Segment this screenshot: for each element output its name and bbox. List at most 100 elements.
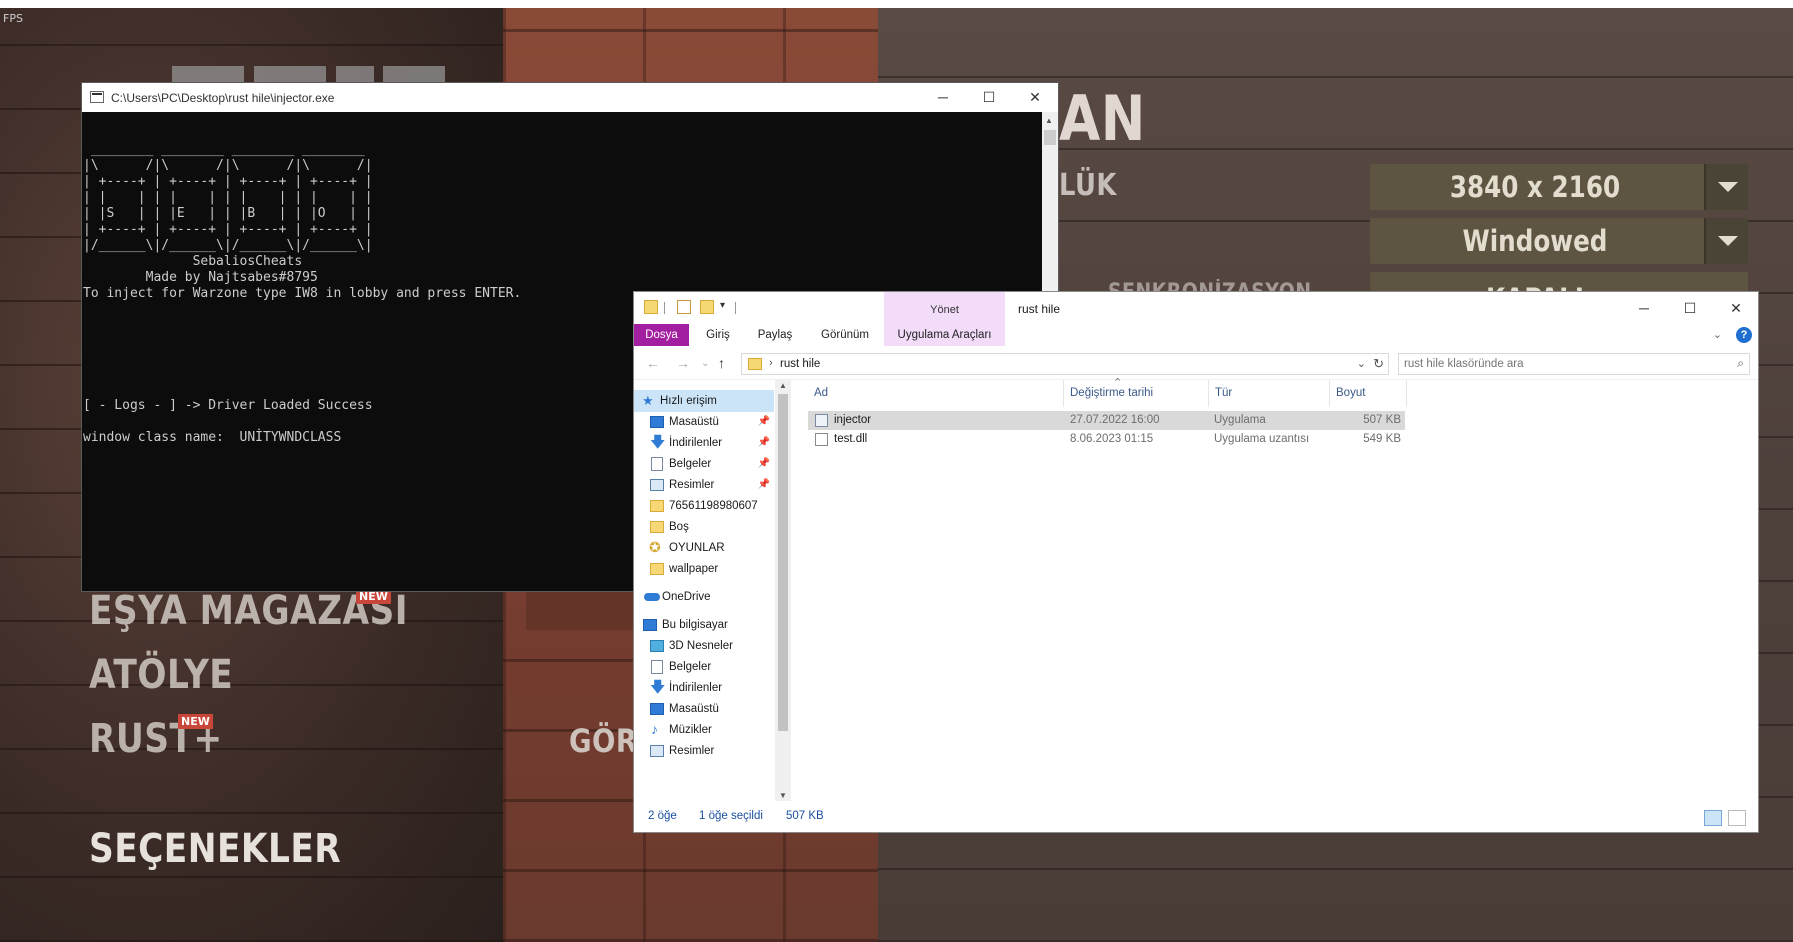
address-bar[interactable]: › rust hile ⌄ ↻ <box>741 353 1389 375</box>
pin-icon: 📌 <box>757 416 770 427</box>
console-line: To inject for Warzone type IW8 in lobby … <box>83 286 522 301</box>
minimize-icon: ─ <box>938 89 948 105</box>
nav-item-desktop[interactable]: Masaüstü 📌 <box>634 411 774 433</box>
game-panel-partial <box>526 592 636 630</box>
nav-item-3d-objects[interactable]: 3D Nesneler <box>634 635 774 657</box>
maximize-button[interactable]: ☐ <box>1667 294 1713 323</box>
table-row[interactable]: test.dll 8.06.2023 01:15 Uygulama uzantı… <box>808 430 1405 449</box>
chevron-down-icon[interactable]: ⌄ <box>1713 328 1722 341</box>
nav-label: wallpaper <box>669 563 719 575</box>
file-explorer-window[interactable]: ▾ Yönet rust hile ─ ☐ ✕ Dosya Giriş Payl… <box>633 291 1759 833</box>
nav-item-downloads[interactable]: 🡇 İndirilenler <box>634 677 774 699</box>
game-top-tab[interactable] <box>383 66 445 82</box>
console-line: SebaliosCheats <box>83 254 303 269</box>
game-top-tab[interactable] <box>254 66 326 82</box>
close-button[interactable]: ✕ <box>1012 83 1058 112</box>
navigation-scrollbar[interactable]: ▲ ▼ <box>775 380 791 801</box>
nav-item-documents[interactable]: Belgeler 📌 <box>634 453 774 475</box>
column-header-type[interactable]: Tür <box>1209 380 1330 407</box>
chevron-down-icon[interactable] <box>1704 218 1748 264</box>
nav-item-music[interactable]: ♪ Müzikler <box>634 719 774 741</box>
nav-item-desktop[interactable]: Masaüstü <box>634 698 774 720</box>
address-path[interactable]: rust hile <box>780 358 820 370</box>
chevron-down-icon[interactable] <box>1704 164 1748 210</box>
folder-icon <box>644 300 658 314</box>
column-header-date[interactable]: Değiştirme tarihi <box>1064 380 1209 407</box>
scroll-up-icon[interactable]: ▲ <box>1045 116 1053 125</box>
console-output: ________ ________ ________ ________ |\ /|… <box>83 142 521 446</box>
window-mode-dropdown[interactable]: Windowed <box>1370 218 1748 264</box>
quick-access-toolbar-dropdown[interactable]: ▾ <box>720 300 725 311</box>
forward-arrow-icon[interactable]: → <box>676 355 690 371</box>
column-header-size[interactable]: Boyut <box>1330 380 1407 407</box>
nav-item-downloads[interactable]: 🡇 İndirilenler 📌 <box>634 432 774 454</box>
pictures-icon <box>650 479 664 491</box>
tab-view[interactable]: Görünüm <box>810 324 880 346</box>
minimize-button[interactable]: ─ <box>920 83 966 112</box>
resolution-dropdown[interactable]: 3840 x 2160 <box>1370 164 1748 210</box>
scrollbar-thumb[interactable] <box>778 394 788 731</box>
maximize-button[interactable]: ☐ <box>966 83 1012 112</box>
menu-item-options[interactable]: SEÇENEKLER <box>89 826 341 872</box>
nav-label: Belgeler <box>669 661 712 673</box>
nav-item-folder[interactable]: 76561198980607 <box>634 495 774 517</box>
new-folder-icon[interactable] <box>700 300 714 314</box>
pictures-icon <box>650 745 664 757</box>
help-icon[interactable]: ? <box>1736 327 1752 343</box>
menu-item-workshop[interactable]: ATÖLYE <box>89 652 233 698</box>
scroll-down-icon[interactable]: ▼ <box>779 791 787 800</box>
separator <box>735 302 736 314</box>
recent-locations-chevron-icon[interactable]: ⌄ <box>701 358 709 369</box>
partial-setting-dropdown[interactable]: KAPALI <box>1370 272 1748 292</box>
nav-quick-access[interactable]: ★ Hızlı erişim <box>634 390 774 412</box>
nav-item-folder[interactable]: Boş <box>634 516 774 538</box>
scroll-up-icon[interactable]: ▲ <box>779 381 787 390</box>
nav-item-folder[interactable]: ✪ OYUNLAR <box>634 537 774 559</box>
cube-icon <box>650 640 664 652</box>
maximize-icon: ☐ <box>982 89 996 105</box>
details-view-icon[interactable] <box>1704 810 1722 826</box>
nav-label: Resimler <box>669 479 715 491</box>
scrollbar-thumb[interactable] <box>1044 130 1056 145</box>
screen: FPS AN LÜK SENKRONİZASYON 3840 x 2160 Wi… <box>0 0 1793 942</box>
back-arrow-icon[interactable]: ← <box>646 355 660 371</box>
tab-application-tools[interactable]: Uygulama Araçları <box>884 324 1005 346</box>
nav-item-documents[interactable]: Belgeler <box>634 656 774 678</box>
game-top-tab[interactable] <box>336 66 374 82</box>
search-input[interactable] <box>1404 354 1714 374</box>
nav-onedrive[interactable]: OneDrive <box>634 586 774 608</box>
nav-item-pictures[interactable]: Resimler 📌 <box>634 474 774 496</box>
game-subheading-partial: LÜK <box>1059 168 1117 203</box>
up-arrow-icon[interactable]: ↑ <box>718 355 725 371</box>
nav-item-folder[interactable]: wallpaper <box>634 558 774 580</box>
tab-file[interactable]: Dosya <box>634 324 689 346</box>
desktop-icon <box>650 416 664 428</box>
tab-home[interactable]: Giriş <box>696 324 740 346</box>
refresh-icon[interactable]: ↻ <box>1373 356 1384 372</box>
minimize-button[interactable]: ─ <box>1621 294 1667 323</box>
chevron-down-icon[interactable]: ⌄ <box>1357 357 1366 370</box>
close-button[interactable]: ✕ <box>1713 294 1759 323</box>
search-box[interactable]: ⌕ <box>1398 353 1750 375</box>
console-line: | +----+ | +----+ | +----+ | +----+ | <box>83 174 373 189</box>
navigation-pane[interactable]: ★ Hızlı erişim Masaüstü 📌 🡇 İndirilenler… <box>634 380 791 801</box>
explorer-titlebar[interactable]: ▾ Yönet rust hile ─ ☐ ✕ <box>634 292 1759 344</box>
nav-item-pictures[interactable]: Resimler <box>634 740 774 762</box>
tab-share[interactable]: Paylaş <box>750 324 800 346</box>
console-line: |\ /|\ /|\ /|\ /| <box>83 158 373 173</box>
nav-this-pc[interactable]: Bu bilgisayar <box>634 614 774 636</box>
resolution-value: 3840 x 2160 <box>1449 170 1621 204</box>
column-header-name[interactable]: Ad <box>808 380 1064 407</box>
file-list[interactable]: ⌃ Ad Değiştirme tarihi Tür Boyut injecto… <box>808 377 1748 801</box>
chevron-right-icon[interactable]: › <box>769 357 773 369</box>
console-titlebar[interactable]: C:\Users\PC\Desktop\rust hile\injector.e… <box>82 83 1058 112</box>
table-row[interactable]: injector 27.07.2022 16:00 Uygulama 507 K… <box>808 411 1405 430</box>
console-title: C:\Users\PC\Desktop\rust hile\injector.e… <box>111 91 335 105</box>
game-top-tab[interactable] <box>172 66 244 82</box>
search-icon[interactable]: ⌕ <box>1737 356 1744 371</box>
properties-icon[interactable] <box>677 300 691 314</box>
large-icons-view-icon[interactable] <box>1728 810 1746 826</box>
nav-label: Müzikler <box>669 724 712 736</box>
